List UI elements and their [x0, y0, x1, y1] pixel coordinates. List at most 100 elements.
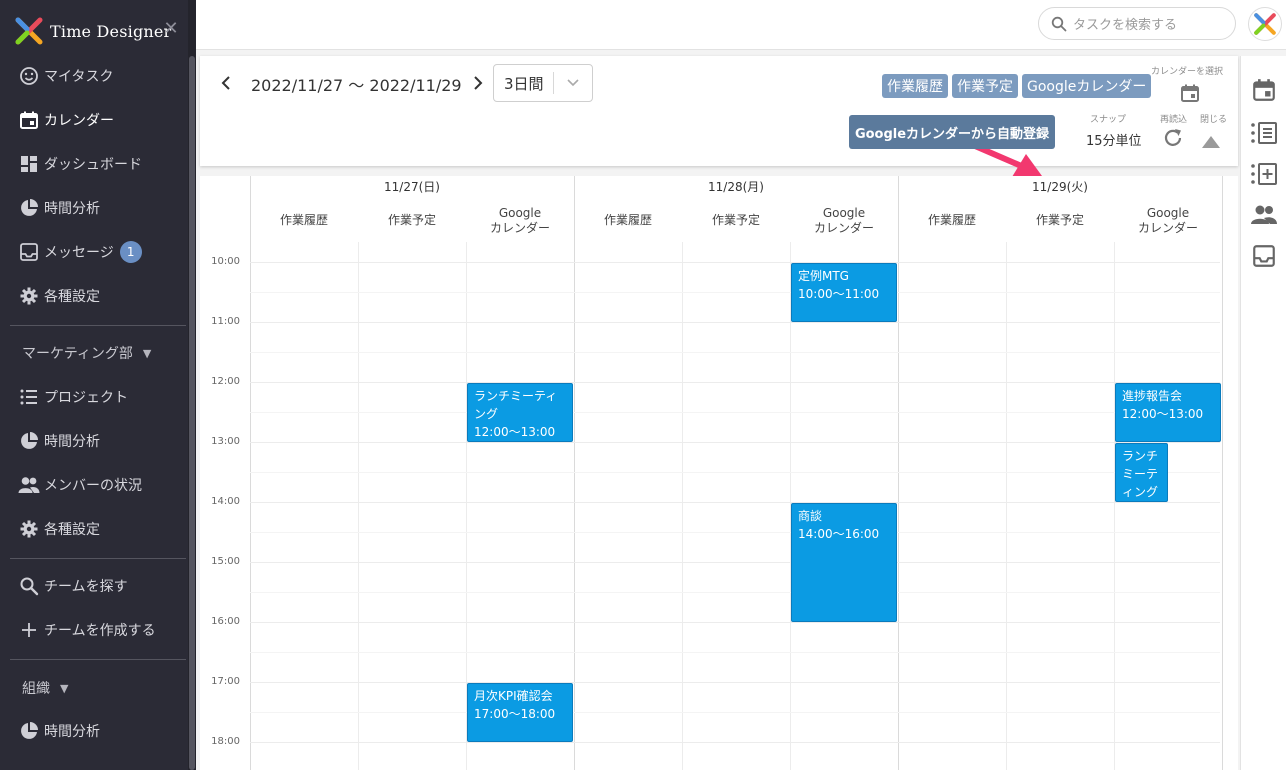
grid-line: [898, 176, 899, 770]
sidebar-scrollbar-thumb[interactable]: [189, 56, 195, 770]
time-label: 16:00: [211, 616, 240, 627]
sidebar-item-label: マイタスク: [44, 69, 114, 85]
org-section-header[interactable]: 組織 ▼: [22, 676, 68, 700]
day-header: 11/28(月): [708, 180, 764, 194]
sidebar-item-label: カレンダー: [44, 113, 114, 129]
logo-icon: [15, 17, 43, 45]
add-task-icon[interactable]: [1250, 160, 1278, 188]
reload-label: 再読込: [1160, 115, 1188, 125]
divider: [10, 558, 186, 559]
sidebar-item-projects[interactable]: プロジェクト: [0, 377, 188, 417]
sidebar-item-org-analysis[interactable]: 時間分析: [0, 711, 188, 751]
sidebar-item-team-analysis[interactable]: 時間分析: [0, 421, 188, 461]
event-title: ランチミーティング: [1122, 449, 1159, 499]
sidebar-item-label: 時間分析: [44, 724, 100, 740]
sidebar-item-find-team[interactable]: チームを探す: [0, 566, 188, 606]
collapse-header-button[interactable]: [1201, 134, 1221, 153]
search-icon: [1051, 16, 1067, 31]
search-input[interactable]: タスクを検索する: [1038, 7, 1236, 40]
column-header: Google カレンダー: [489, 206, 550, 235]
triangle-up-icon: [1202, 136, 1220, 148]
time-label: 10:00: [211, 256, 240, 267]
sidebar-item-mytask[interactable]: マイタスク: [0, 56, 188, 96]
divider: [10, 659, 186, 660]
grid-line: [250, 262, 1220, 263]
account-menu-button[interactable]: [1248, 7, 1282, 41]
sidebar-item-team-settings[interactable]: 各種設定: [0, 509, 188, 549]
smile-icon: [18, 65, 40, 87]
refresh-icon: [1164, 129, 1182, 146]
grid-line: [250, 712, 1220, 713]
calendar-event[interactable]: 月次KPI確認会 17:00〜18:00: [467, 683, 573, 742]
view-range-select[interactable]: 3日間: [493, 64, 593, 102]
sidebar-item-label: 各種設定: [44, 522, 100, 538]
pie-chart-icon: [18, 720, 40, 742]
event-title: 進捗報告会: [1122, 389, 1183, 403]
calendar-event[interactable]: 定例MTG 10:00〜11:00: [791, 263, 897, 322]
sidebar-item-member-status[interactable]: メンバーの状況: [0, 465, 188, 505]
snap-value-select[interactable]: 15分単位: [1086, 130, 1142, 149]
close-sidebar-icon[interactable]: ✕: [162, 20, 180, 38]
grid-line: [250, 622, 1220, 623]
event-time: 12:00〜13:00: [1122, 407, 1204, 421]
event-title: 定例MTG: [798, 269, 849, 283]
event-title: 商談: [798, 509, 823, 523]
toggle-google-calendar[interactable]: Googleカレンダー: [1022, 74, 1152, 98]
calendar-icon[interactable]: [1250, 76, 1278, 104]
sidebar-item-analysis[interactable]: 時間分析: [0, 188, 188, 228]
people-icon[interactable]: [1250, 201, 1278, 229]
unread-badge: 1: [119, 241, 142, 263]
calendar-select-button[interactable]: [1180, 83, 1200, 107]
gear-icon: [18, 518, 40, 540]
grid-line: [250, 352, 1220, 353]
team-section-header[interactable]: マーケティング部 ▼: [22, 341, 151, 365]
column-header: Google カレンダー: [1137, 206, 1198, 235]
grid-line: [250, 472, 1220, 473]
grid-line: [250, 532, 1220, 533]
sidebar-item-label: チームを作成する: [44, 623, 156, 639]
plus-icon: [18, 619, 40, 641]
list-icon: [18, 386, 40, 408]
caret-down-icon: ▼: [142, 346, 152, 360]
time-label: 13:00: [211, 436, 240, 447]
column-header: 作業予定: [1035, 213, 1084, 227]
logo-icon: [1254, 13, 1276, 35]
top-bar: タスクを検索する: [196, 0, 1286, 50]
grid-line: [250, 592, 1220, 593]
grid-line: [250, 176, 251, 770]
event-time: 12:00〜13:00: [474, 425, 556, 439]
grid-line: [250, 322, 1220, 323]
grid-line: [250, 412, 1220, 413]
event-title: 月次KPI確認会: [474, 689, 553, 703]
grid-line: [250, 442, 1220, 443]
prev-range-button[interactable]: [216, 71, 236, 95]
sidebar-item-dashboard[interactable]: ダッシュボード: [0, 144, 188, 184]
event-time: 10:00〜11:00: [798, 287, 880, 301]
grid-line: [250, 652, 1220, 653]
grid-line: [574, 176, 575, 770]
sidebar-item-create-team[interactable]: チームを作成する: [0, 610, 188, 650]
calendar-event[interactable]: 進捗報告会 12:00〜13:00: [1115, 383, 1221, 442]
caret-down-icon: ▼: [60, 681, 69, 695]
pie-chart-icon: [18, 197, 40, 219]
toggle-work-plan[interactable]: 作業予定: [952, 74, 1018, 98]
column-header: Google カレンダー: [813, 206, 874, 235]
inbox-icon[interactable]: [1250, 242, 1278, 270]
calendar-event[interactable]: ランチミーティング 12:00〜13:00: [467, 383, 573, 442]
event-time: 14:00〜16:00: [798, 527, 880, 541]
sidebar-item-calendar[interactable]: カレンダー: [0, 100, 188, 140]
column-header: 作業履歴: [279, 213, 328, 227]
toggle-work-history[interactable]: 作業履歴: [882, 74, 948, 98]
sidebar-item-messages[interactable]: メッセージ 1: [0, 232, 188, 272]
reload-button[interactable]: [1161, 126, 1185, 154]
calendar-event[interactable]: ランチミーティング: [1115, 443, 1168, 502]
google-auto-register-button[interactable]: Googleカレンダーから自動登録: [849, 115, 1055, 149]
sidebar-item-settings[interactable]: 各種設定: [0, 276, 188, 316]
next-range-button[interactable]: [468, 71, 488, 95]
people-icon: [18, 474, 40, 496]
calendar-event[interactable]: 商談 14:00〜16:00: [791, 503, 897, 622]
app-logo[interactable]: Time Designer: [14, 14, 171, 48]
right-rail: [1240, 56, 1286, 770]
task-list-icon[interactable]: [1250, 119, 1278, 147]
day-header: 11/29(火): [1032, 180, 1088, 194]
